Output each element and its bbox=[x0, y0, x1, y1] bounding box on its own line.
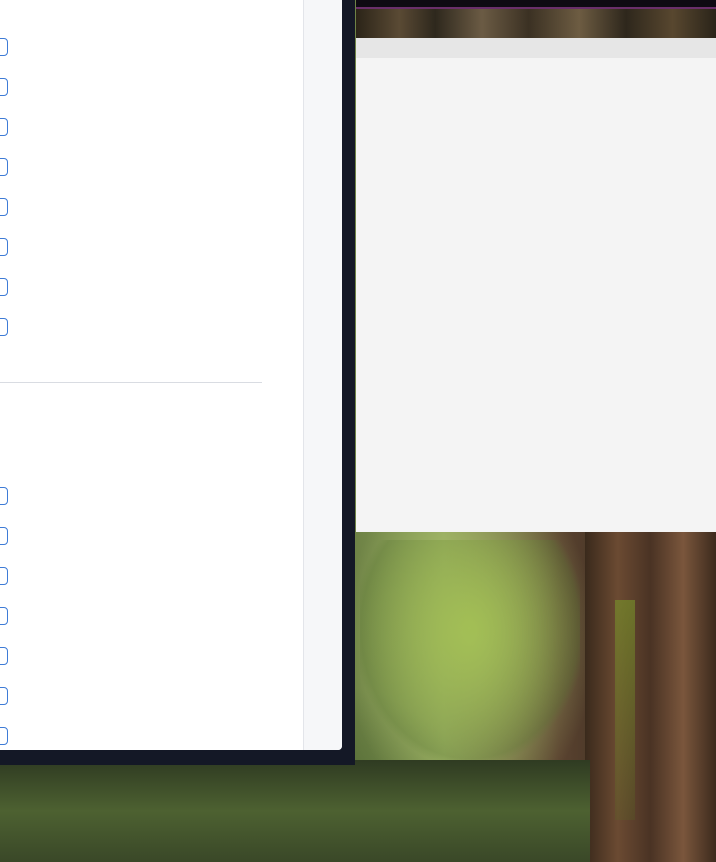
checkbox[interactable] bbox=[0, 487, 8, 505]
checkbox[interactable] bbox=[0, 727, 8, 745]
section-divider bbox=[0, 382, 262, 383]
wallpaper-undergrowth bbox=[0, 760, 590, 862]
checkbox[interactable] bbox=[0, 647, 8, 665]
right-window-body bbox=[356, 58, 716, 532]
wallpaper-tree-trunk bbox=[585, 520, 716, 862]
checkbox[interactable] bbox=[0, 567, 8, 585]
right-window-banner-image bbox=[356, 0, 716, 38]
checkbox[interactable] bbox=[0, 238, 8, 256]
checkbox[interactable] bbox=[0, 318, 8, 336]
left-window bbox=[0, 0, 355, 765]
checkbox[interactable] bbox=[0, 158, 8, 176]
checkbox[interactable] bbox=[0, 198, 8, 216]
checkbox[interactable] bbox=[0, 687, 8, 705]
wallpaper-moss bbox=[615, 600, 635, 820]
window-accent-line bbox=[356, 7, 716, 9]
side-rail bbox=[303, 0, 342, 750]
checkbox[interactable] bbox=[0, 278, 8, 296]
wallpaper-foliage bbox=[360, 540, 580, 760]
checkbox[interactable] bbox=[0, 78, 8, 96]
checkbox[interactable] bbox=[0, 607, 8, 625]
checkbox[interactable] bbox=[0, 38, 8, 56]
left-window-content bbox=[0, 0, 342, 750]
right-window-header-bar bbox=[356, 38, 716, 58]
checkbox[interactable] bbox=[0, 527, 8, 545]
checkbox[interactable] bbox=[0, 118, 8, 136]
